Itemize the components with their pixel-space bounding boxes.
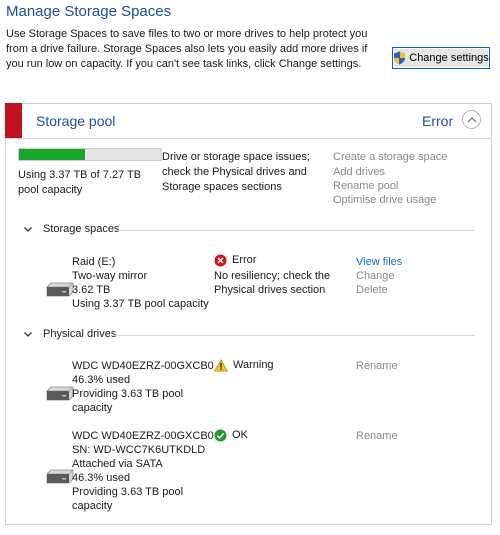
- pool-status: Error: [422, 113, 454, 129]
- drive-2-attached: Attached via SATA: [72, 458, 163, 470]
- drive-1-capacity: capacity: [72, 402, 113, 414]
- pool-usage-fill: [19, 149, 85, 160]
- task-rename-pool[interactable]: Rename pool: [333, 179, 398, 194]
- task-add-drives[interactable]: Add drives: [333, 165, 385, 180]
- drive-icon: [45, 469, 75, 488]
- section-divider: [113, 230, 475, 231]
- pool-usage-bar: [18, 148, 162, 161]
- uac-shield-icon: [393, 51, 406, 65]
- space-status-label: Error: [232, 254, 257, 266]
- view-files-link[interactable]: View files: [356, 255, 402, 270]
- change-settings-label: Change settings: [409, 52, 489, 64]
- space-status-detail-1: No resiliency; check the: [214, 270, 331, 282]
- chevron-up-icon: [467, 116, 477, 123]
- drive-2-rename-link[interactable]: Rename: [356, 429, 398, 444]
- error-icon: [214, 254, 227, 267]
- page-title: Manage Storage Spaces: [6, 3, 172, 20]
- pool-issue-text: Drive or storage space issues; check the…: [162, 151, 310, 193]
- drive-1-providing: Providing 3.63 TB pool: [72, 388, 184, 400]
- drive-1-status-label: Warning: [233, 359, 274, 371]
- delete-link[interactable]: Delete: [356, 283, 388, 298]
- storage-spaces-title: Storage spaces: [43, 223, 120, 235]
- drive-1-status: Warning: [214, 358, 274, 373]
- chevron-down-icon: [23, 226, 33, 233]
- chevron-down-icon: [23, 331, 33, 338]
- drive-2-providing: Providing 3.63 TB pool: [72, 486, 184, 498]
- drive-2-serial: SN: WD-WCC7K6UTKDLD: [72, 444, 206, 456]
- drive-2-used: 46.3% used: [72, 472, 131, 484]
- space-name: Raid (E:): [72, 256, 116, 268]
- change-settings-button[interactable]: Change settings: [392, 47, 490, 69]
- drive-1-used: 46.3% used: [72, 374, 131, 386]
- drive-icon: [45, 282, 75, 301]
- section-divider: [113, 335, 475, 336]
- physical-drives-toggle[interactable]: Physical drives: [23, 328, 116, 340]
- drive-1-model: WDC WD40EZRZ-00GXCB0: [72, 360, 214, 372]
- drive-2-model: WDC WD40EZRZ-00GXCB0: [72, 430, 214, 442]
- drive-2-capacity: capacity: [72, 500, 113, 512]
- warning-icon: [214, 359, 228, 372]
- space-status-detail-2: Physical drives section: [214, 284, 326, 296]
- pool-title: Storage pool: [36, 113, 116, 129]
- drive-1-rename-link[interactable]: Rename: [356, 359, 398, 374]
- physical-drives-title: Physical drives: [43, 328, 117, 340]
- collapse-button[interactable]: [462, 110, 481, 129]
- drive-2-status: OK: [214, 428, 248, 443]
- change-link[interactable]: Change: [356, 269, 395, 284]
- space-type: Two-way mirror: [72, 270, 148, 282]
- task-optimise-drive-usage[interactable]: Optimise drive usage: [333, 193, 436, 208]
- error-indicator-bar: [5, 103, 22, 138]
- drive-icon: [45, 386, 75, 405]
- space-usage: Using 3.37 TB pool capacity: [72, 298, 209, 310]
- storage-spaces-toggle[interactable]: Storage spaces: [23, 223, 119, 235]
- intro-text: Use Storage Spaces to save files to two …: [6, 28, 368, 70]
- space-size: 3.62 TB: [72, 284, 111, 296]
- task-create-storage-space[interactable]: Create a storage space: [333, 150, 447, 165]
- space-status: Error: [214, 253, 256, 268]
- ok-icon: [214, 429, 227, 442]
- drive-2-status-label: OK: [232, 429, 248, 441]
- pool-usage-text: Using 3.37 TB of 7.27 TB pool capacity: [18, 169, 142, 196]
